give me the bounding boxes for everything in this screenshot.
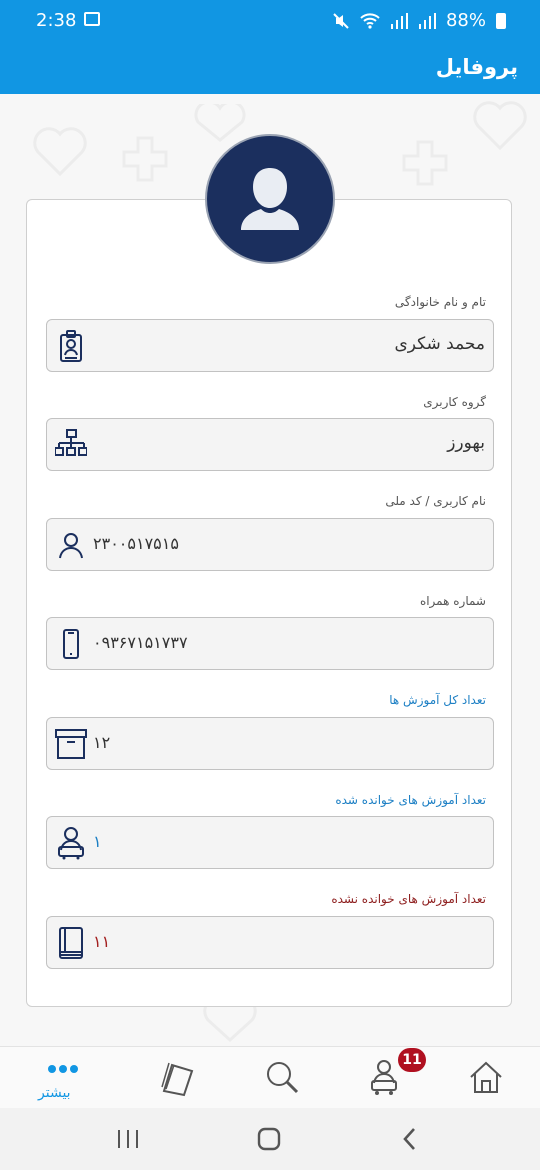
back-icon[interactable] — [398, 1126, 422, 1152]
mobile-label: شماره همراه — [419, 594, 486, 608]
signal-icon — [390, 12, 408, 29]
archive-box-icon — [55, 729, 87, 759]
unread-trainings-field[interactable]: ۱۱ — [46, 916, 494, 969]
book-icon — [59, 927, 83, 959]
cross-doodle-icon-2 — [402, 140, 448, 186]
mobile-field[interactable]: ۰۹۳۶۷۱۵۱۷۳۷ — [46, 617, 494, 670]
app-bar: پروفایل — [0, 42, 540, 94]
username-value: ۲۳۰۰۵۱۷۵۱۵ — [93, 534, 179, 553]
unread-trainings-value: ۱۱ — [93, 932, 111, 951]
mobile-value: ۰۹۳۶۷۱۵۱۷۳۷ — [93, 633, 188, 652]
read-trainings-label: تعداد آموزش های خوانده شده — [335, 793, 486, 807]
gallery-icon — [84, 12, 100, 26]
id-badge-icon — [60, 330, 82, 362]
reader-user-icon — [58, 827, 84, 860]
books-icon — [161, 1062, 194, 1097]
wifi-icon — [360, 12, 380, 29]
recent-apps-icon[interactable] — [116, 1128, 140, 1150]
battery-percent: 88% — [445, 10, 486, 31]
status-indicators: 88% — [332, 10, 506, 31]
home-icon — [470, 1061, 502, 1093]
heart-doodle-icon-3 — [194, 104, 246, 142]
nav-more-label: بیشتر — [38, 1085, 71, 1101]
total-trainings-value: ۱۲ — [93, 733, 111, 752]
user-icon — [59, 533, 83, 559]
battery-icon — [496, 12, 506, 29]
read-trainings-value: ۱ — [93, 832, 102, 851]
status-time: 2:38 — [36, 10, 77, 31]
page-title: پروفایل — [435, 55, 518, 79]
fullname-value: محمد شکری — [394, 334, 485, 354]
more-icon — [48, 1065, 78, 1073]
heart-doodle-icon-2 — [473, 101, 527, 151]
cross-doodle-icon — [122, 136, 168, 182]
total-trainings-field[interactable]: ۱۲ — [46, 717, 494, 770]
username-label: نام کاربری / کد ملی — [385, 494, 486, 508]
read-trainings-field[interactable]: ۱ — [46, 816, 494, 869]
usergroup-field[interactable]: بهورز — [46, 418, 494, 471]
user-silhouette-icon — [241, 168, 299, 230]
unread-trainings-label: تعداد آموزش های خوانده نشده — [331, 892, 486, 906]
notification-badge: 11 — [398, 1048, 426, 1072]
fullname-label: تام و نام خانوادگی — [394, 295, 486, 309]
total-trainings-label: تعداد کل آموزش ها — [389, 693, 486, 707]
signal-icon-2 — [418, 12, 436, 29]
fullname-field[interactable]: محمد شکری — [46, 319, 494, 372]
usergroup-label: گروه کاربری — [423, 395, 486, 409]
status-bar: 2:38 88% — [0, 0, 540, 42]
home-button-icon[interactable] — [256, 1126, 282, 1152]
heart-doodle-icon — [33, 127, 87, 177]
bottom-nav: بیشتر — [0, 1046, 540, 1108]
usergroup-value: بهورز — [447, 433, 485, 453]
search-icon — [267, 1062, 299, 1094]
avatar[interactable] — [205, 134, 335, 264]
nav-books[interactable] — [154, 1057, 204, 1101]
mute-icon — [333, 12, 349, 29]
system-nav-bar — [0, 1108, 540, 1170]
phone-icon — [63, 629, 79, 659]
nav-search[interactable] — [262, 1057, 312, 1101]
username-field[interactable]: ۲۳۰۰۵۱۷۵۱۵ — [46, 518, 494, 571]
org-chart-icon — [55, 429, 87, 456]
nav-home[interactable] — [466, 1057, 516, 1101]
